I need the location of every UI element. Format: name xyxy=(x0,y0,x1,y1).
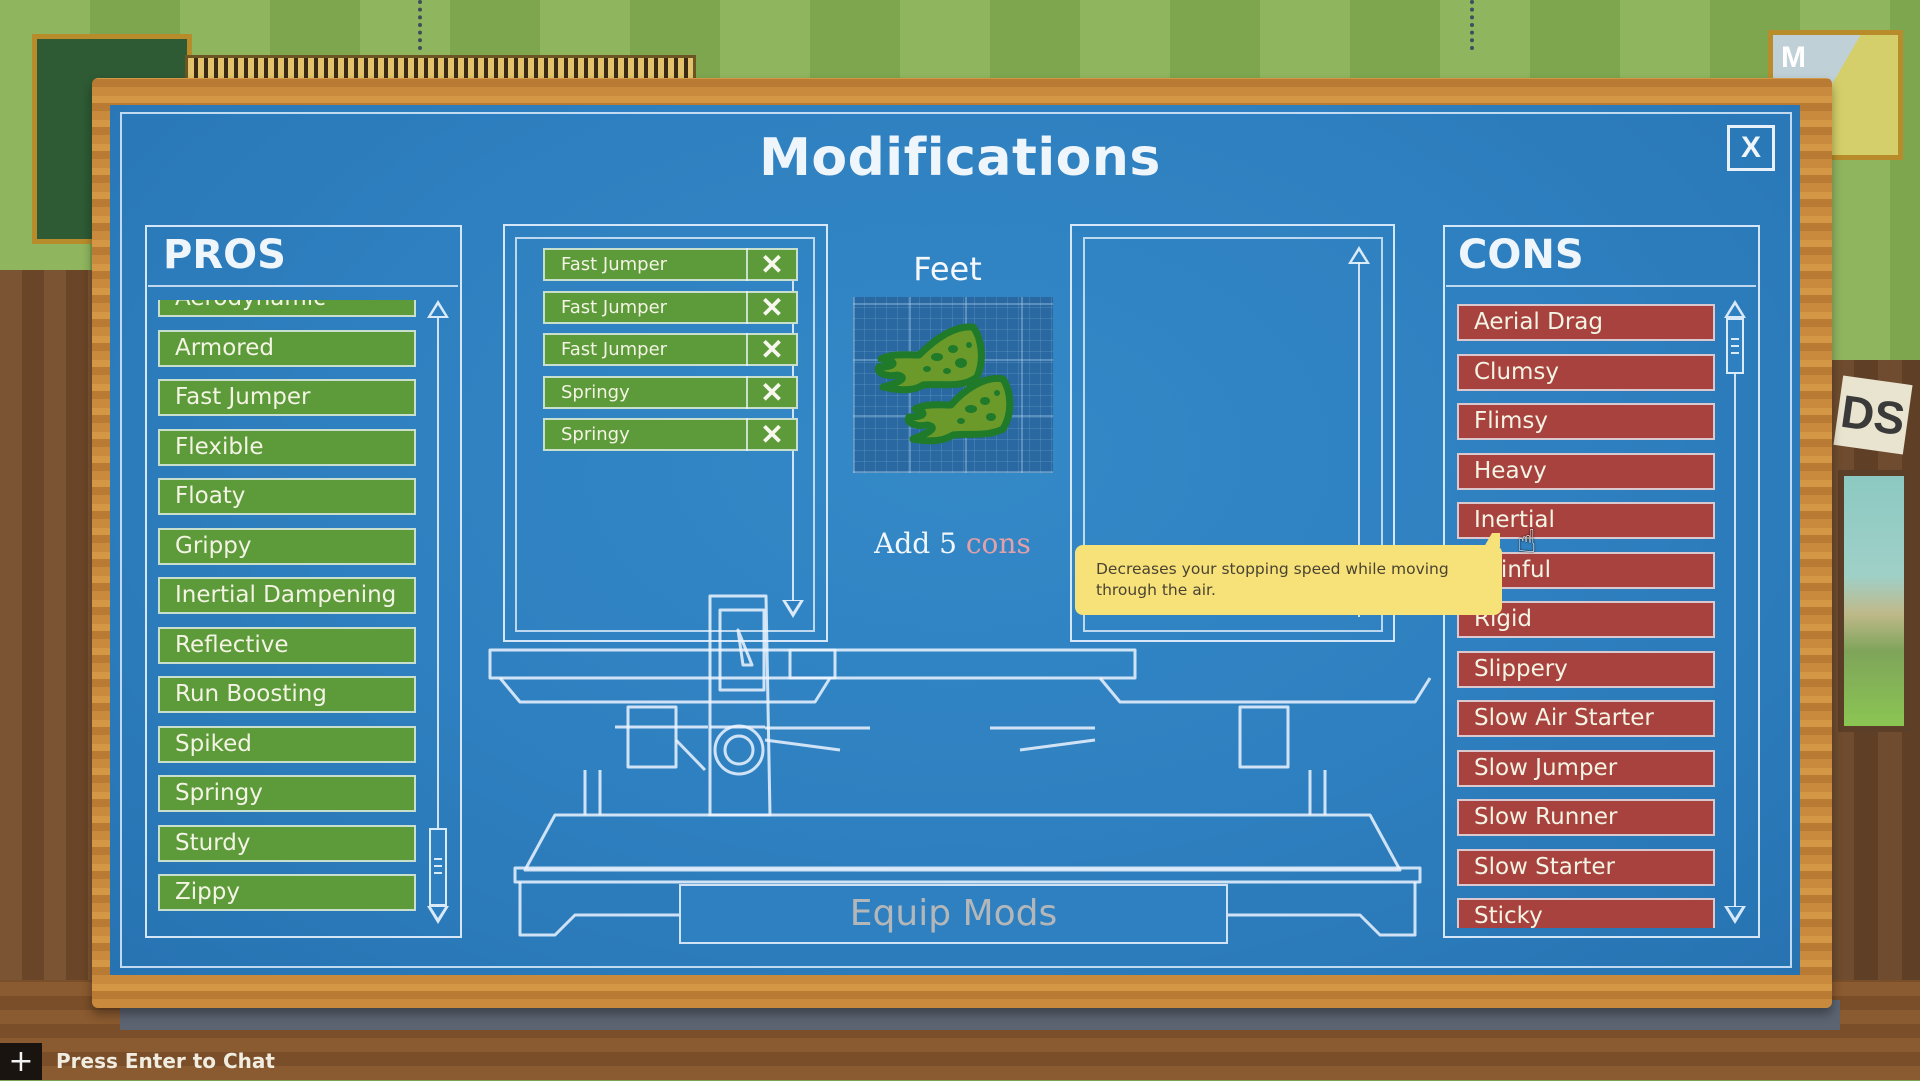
con-item-label: Clumsy xyxy=(1474,358,1560,385)
cons-scrollbar-thumb[interactable] xyxy=(1726,318,1744,374)
chain-decoration xyxy=(1470,0,1488,50)
chat-expand-button[interactable]: + xyxy=(0,1043,42,1080)
selected-pro-item: Fast Jumper ✕ xyxy=(543,290,798,324)
pros-scroll-down-icon[interactable] xyxy=(427,906,449,924)
pro-item[interactable]: Flexible xyxy=(158,428,416,466)
pros-heading: PROS xyxy=(163,232,286,278)
background-window xyxy=(1838,470,1910,732)
cons-scroll-down-icon[interactable] xyxy=(1724,906,1746,924)
con-item-label: Slow Runner xyxy=(1474,804,1618,830)
tooltip: Decreases your stopping speed while movi… xyxy=(1075,533,1502,615)
selected-pro-item: Fast Jumper ✕ xyxy=(543,333,798,366)
pro-item[interactable]: Spiked xyxy=(158,725,416,763)
con-item-label: Slow Air Starter xyxy=(1474,705,1654,731)
requirement-count: 5 xyxy=(939,527,957,560)
con-item-label: Aerial Drag xyxy=(1474,309,1603,335)
pro-item-label: Reflective xyxy=(175,631,289,658)
selected-pro-item: Springy ✕ xyxy=(543,375,798,409)
cons-scroll-up-icon[interactable] xyxy=(1724,300,1746,318)
con-item-label: Heavy xyxy=(1474,457,1547,484)
con-item-label: Sticky xyxy=(1474,903,1543,928)
pro-item[interactable]: Fast Jumper xyxy=(158,379,416,416)
cons-list[interactable]: Aerial Drag Clumsy Flimsy Heavy Inertial Pain… xyxy=(1457,304,1719,928)
selected-pro-item: Springy ✕ xyxy=(543,418,798,451)
pro-item-label: Run Boosting xyxy=(175,681,327,707)
selected-pro-label: Fast Jumper xyxy=(561,296,668,318)
con-item-label: Slippery xyxy=(1474,655,1568,682)
selected-pro-item: Fast Jumper ✕ xyxy=(543,248,798,281)
selected-pro-label: Fast Jumper xyxy=(561,254,668,275)
pro-item[interactable]: Grippy xyxy=(158,527,416,565)
pro-item-label: Spiked xyxy=(175,730,252,757)
selected-cons-scroll-up-icon[interactable] xyxy=(1348,246,1370,264)
pro-item-label: Sturdy xyxy=(175,829,251,856)
pro-item[interactable]: Run Boosting xyxy=(158,676,416,713)
pro-item-label: Flexible xyxy=(175,433,264,460)
con-item[interactable]: Clumsy xyxy=(1457,353,1715,391)
selected-pro-label: Springy xyxy=(561,424,630,445)
pros-list[interactable]: Aerodynamic Armored Fast Jumper Flexible Flo… xyxy=(158,300,420,920)
pros-scrollbar-thumb[interactable] xyxy=(429,828,447,906)
con-item-label: Slow Starter xyxy=(1474,853,1615,880)
con-item[interactable]: Flimsy xyxy=(1457,403,1715,440)
chat-prompt: Press Enter to Chat xyxy=(56,1049,275,1073)
con-item[interactable]: Slow Jumper xyxy=(1457,749,1715,787)
con-item[interactable]: Sticky xyxy=(1457,898,1715,928)
pro-item-label: Zippy xyxy=(175,879,240,905)
slot-image xyxy=(853,297,1053,473)
con-item[interactable]: Slow Air Starter xyxy=(1457,700,1715,737)
pro-item[interactable]: Inertial Dampening xyxy=(158,577,416,614)
background-sign: DS xyxy=(1833,375,1913,455)
pro-item[interactable]: Zippy xyxy=(158,874,416,911)
tooltip-text: Decreases your stopping speed while movi… xyxy=(1096,560,1449,599)
requirement-suffix: cons xyxy=(965,527,1031,560)
pro-item[interactable]: Floaty xyxy=(158,478,416,515)
con-item[interactable]: Slow Starter xyxy=(1457,848,1715,886)
close-button[interactable]: X xyxy=(1727,125,1775,171)
cons-divider xyxy=(1446,285,1756,287)
pro-item-label: Inertial Dampening xyxy=(175,582,397,608)
con-item-label: Inertial xyxy=(1474,507,1555,533)
chain-decoration xyxy=(418,0,436,50)
pro-item[interactable]: Reflective xyxy=(158,626,416,664)
pro-item[interactable]: Aerodynamic xyxy=(158,300,416,317)
pros-scrollbar-track[interactable] xyxy=(437,318,439,910)
pro-item-label: Floaty xyxy=(175,483,246,509)
pro-item[interactable]: Armored xyxy=(158,329,416,367)
equip-mods-button[interactable]: Equip Mods xyxy=(679,884,1228,944)
selected-pro-label: Fast Jumper xyxy=(561,339,668,360)
remove-mod-button[interactable]: ✕ xyxy=(746,248,796,281)
pro-item[interactable]: Springy xyxy=(158,775,416,812)
pro-item[interactable]: Sturdy xyxy=(158,824,416,862)
con-item[interactable]: Slippery xyxy=(1457,650,1715,688)
frog-feet-icon xyxy=(874,323,1014,445)
hand-cursor-icon: ☝ xyxy=(1517,522,1537,560)
con-item-label: Flimsy xyxy=(1474,408,1549,434)
pro-item-label: Grippy xyxy=(175,532,252,559)
con-item[interactable]: Aerial Drag xyxy=(1457,304,1715,341)
requirement-prefix: Add xyxy=(874,527,931,560)
pros-divider xyxy=(148,285,458,287)
map-key-label: M xyxy=(1781,41,1806,74)
remove-mod-button[interactable]: ✕ xyxy=(746,290,796,324)
page-title: Modifications xyxy=(759,128,1161,188)
pro-item-label: Armored xyxy=(175,334,274,361)
cons-scrollbar-track[interactable] xyxy=(1734,318,1736,910)
selected-pro-label: Springy xyxy=(561,381,630,403)
pro-item-label: Fast Jumper xyxy=(175,384,311,410)
cons-heading: CONS xyxy=(1458,232,1584,278)
pro-item-label: Springy xyxy=(175,780,263,806)
con-item-label: Slow Jumper xyxy=(1474,754,1618,781)
slot-name: Feet xyxy=(913,250,982,288)
remove-mod-button[interactable]: ✕ xyxy=(746,333,796,366)
pros-scroll-up-icon[interactable] xyxy=(427,300,449,318)
remove-mod-button[interactable]: ✕ xyxy=(746,418,796,451)
pro-item-label: Aerodynamic xyxy=(175,300,326,311)
requirement-text: Add 5 cons xyxy=(840,527,1065,560)
con-item[interactable]: Heavy xyxy=(1457,452,1715,490)
con-item[interactable]: Slow Runner xyxy=(1457,799,1715,836)
remove-mod-button[interactable]: ✕ xyxy=(746,375,796,409)
chat-bar[interactable]: + Press Enter to Chat xyxy=(0,1043,300,1080)
